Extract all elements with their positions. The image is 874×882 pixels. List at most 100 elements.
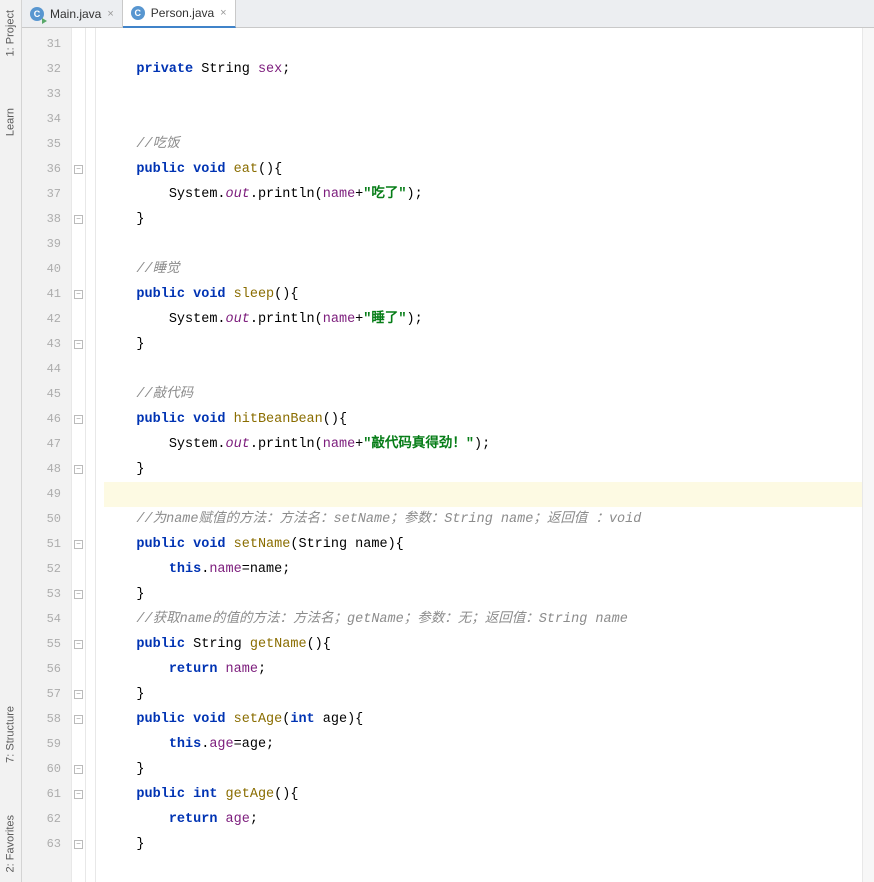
- fold-marker[interactable]: −: [72, 282, 85, 307]
- fold-marker[interactable]: −: [72, 407, 85, 432]
- code-line[interactable]: this.age=age;: [104, 732, 874, 757]
- fold-marker[interactable]: [72, 432, 85, 457]
- code-editor[interactable]: private String sex; //吃饭 public void eat…: [104, 28, 874, 882]
- toolwindow-learn[interactable]: Learn: [0, 102, 21, 142]
- fold-marker[interactable]: [72, 807, 85, 832]
- fold-marker[interactable]: [72, 182, 85, 207]
- line-number[interactable]: 62: [22, 807, 71, 832]
- line-number[interactable]: 34: [22, 107, 71, 132]
- toolwindow-favorites[interactable]: 2: Favorites: [0, 809, 21, 878]
- code-line[interactable]: }: [104, 582, 874, 607]
- line-number[interactable]: 53: [22, 582, 71, 607]
- code-line[interactable]: return age;: [104, 807, 874, 832]
- line-number[interactable]: 51: [22, 532, 71, 557]
- fold-marker[interactable]: [72, 482, 85, 507]
- fold-marker[interactable]: −: [72, 632, 85, 657]
- fold-marker[interactable]: [72, 557, 85, 582]
- line-number[interactable]: 58: [22, 707, 71, 732]
- fold-marker[interactable]: −: [72, 682, 85, 707]
- code-line[interactable]: System.out.println(name+"吃了");: [104, 182, 874, 207]
- line-number[interactable]: 48: [22, 457, 71, 482]
- line-number[interactable]: 44: [22, 357, 71, 382]
- toolwindow-project[interactable]: 1: Project: [0, 4, 21, 62]
- code-line[interactable]: System.out.println(name+"敲代码真得劲！");: [104, 432, 874, 457]
- fold-marker[interactable]: [72, 732, 85, 757]
- fold-gutter[interactable]: −−−−−−−−−−−−−−: [72, 28, 86, 882]
- fold-marker[interactable]: −: [72, 832, 85, 857]
- close-icon[interactable]: ×: [107, 8, 113, 20]
- line-number[interactable]: 33: [22, 82, 71, 107]
- fold-marker[interactable]: −: [72, 332, 85, 357]
- code-line[interactable]: public void setAge(int age){: [104, 707, 874, 732]
- code-line[interactable]: public int getAge(){: [104, 782, 874, 807]
- code-line[interactable]: //获取name的值的方法：方法名；getName；参数：无；返回值：Strin…: [104, 607, 874, 632]
- fold-marker[interactable]: −: [72, 582, 85, 607]
- code-line[interactable]: [104, 107, 874, 132]
- tab-person-java[interactable]: CPerson.java×: [123, 0, 236, 28]
- line-number[interactable]: 52: [22, 557, 71, 582]
- line-number[interactable]: 56: [22, 657, 71, 682]
- fold-marker[interactable]: −: [72, 457, 85, 482]
- code-line[interactable]: }: [104, 757, 874, 782]
- code-line[interactable]: [104, 482, 874, 507]
- code-line[interactable]: }: [104, 332, 874, 357]
- code-line[interactable]: [104, 357, 874, 382]
- line-number[interactable]: 49: [22, 482, 71, 507]
- code-line[interactable]: [104, 82, 874, 107]
- line-number[interactable]: 36: [22, 157, 71, 182]
- code-line[interactable]: //敲代码: [104, 382, 874, 407]
- line-number[interactable]: 42: [22, 307, 71, 332]
- line-number[interactable]: 31: [22, 32, 71, 57]
- line-number[interactable]: 43: [22, 332, 71, 357]
- line-number[interactable]: 54: [22, 607, 71, 632]
- fold-marker[interactable]: −: [72, 782, 85, 807]
- fold-marker[interactable]: −: [72, 207, 85, 232]
- toolwindow-structure[interactable]: 7: Structure: [0, 700, 21, 769]
- fold-marker[interactable]: [72, 357, 85, 382]
- code-line[interactable]: [104, 232, 874, 257]
- close-icon[interactable]: ×: [220, 7, 226, 19]
- code-line[interactable]: this.name=name;: [104, 557, 874, 582]
- code-line[interactable]: return name;: [104, 657, 874, 682]
- fold-marker[interactable]: −: [72, 757, 85, 782]
- fold-marker[interactable]: −: [72, 532, 85, 557]
- fold-marker[interactable]: [72, 57, 85, 82]
- line-number[interactable]: 50: [22, 507, 71, 532]
- fold-marker[interactable]: [72, 257, 85, 282]
- line-number[interactable]: 39: [22, 232, 71, 257]
- tab-main-java[interactable]: CMain.java×: [22, 0, 123, 27]
- fold-marker[interactable]: [72, 32, 85, 57]
- line-number[interactable]: 41: [22, 282, 71, 307]
- line-number[interactable]: 40: [22, 257, 71, 282]
- line-number[interactable]: 57: [22, 682, 71, 707]
- line-number[interactable]: 45: [22, 382, 71, 407]
- fold-marker[interactable]: [72, 107, 85, 132]
- code-line[interactable]: public String getName(){: [104, 632, 874, 657]
- code-line[interactable]: public void eat(){: [104, 157, 874, 182]
- line-number[interactable]: 37: [22, 182, 71, 207]
- fold-marker[interactable]: [72, 657, 85, 682]
- fold-marker[interactable]: −: [72, 157, 85, 182]
- code-line[interactable]: }: [104, 682, 874, 707]
- code-line[interactable]: //睡觉: [104, 257, 874, 282]
- line-number[interactable]: 55: [22, 632, 71, 657]
- line-number[interactable]: 47: [22, 432, 71, 457]
- line-number[interactable]: 60: [22, 757, 71, 782]
- code-line[interactable]: System.out.println(name+"睡了");: [104, 307, 874, 332]
- fold-marker[interactable]: [72, 607, 85, 632]
- line-number-gutter[interactable]: 3132333435363738394041424344454647484950…: [22, 28, 72, 882]
- code-line[interactable]: private String sex;: [104, 57, 874, 82]
- fold-marker[interactable]: [72, 132, 85, 157]
- line-number[interactable]: 38: [22, 207, 71, 232]
- code-line[interactable]: }: [104, 832, 874, 857]
- fold-marker[interactable]: [72, 507, 85, 532]
- error-stripe[interactable]: [862, 28, 874, 882]
- code-line[interactable]: [104, 32, 874, 57]
- fold-marker[interactable]: [72, 232, 85, 257]
- line-number[interactable]: 59: [22, 732, 71, 757]
- fold-marker[interactable]: [72, 307, 85, 332]
- code-line[interactable]: //为name赋值的方法：方法名：setName；参数：String name；…: [104, 507, 874, 532]
- code-line[interactable]: }: [104, 207, 874, 232]
- fold-marker[interactable]: [72, 382, 85, 407]
- code-line[interactable]: public void setName(String name){: [104, 532, 874, 557]
